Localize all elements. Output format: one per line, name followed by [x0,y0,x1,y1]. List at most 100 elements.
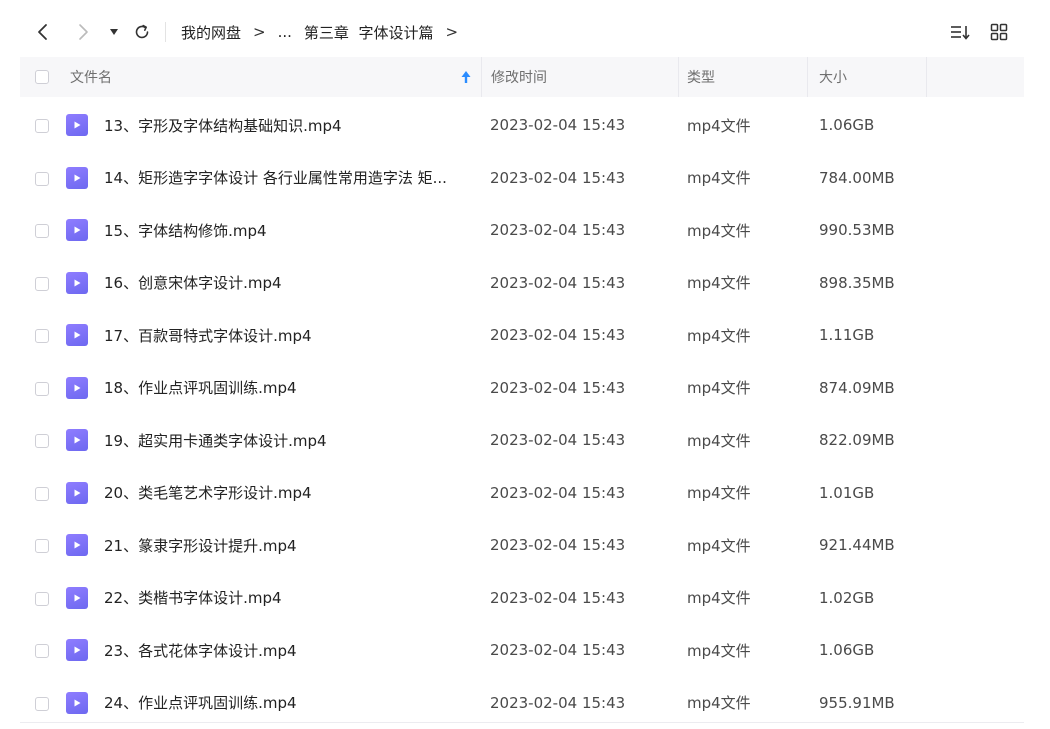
file-name[interactable]: 24、作业点评巩固训练.mp4 [104,677,484,729]
table-row[interactable]: 21、篆隶字形设计提升.mp4 2023-02-04 15:43 mp4文件 9… [20,519,1024,572]
breadcrumb-separator: > [445,23,458,41]
row-checkbox[interactable] [35,172,49,186]
file-name[interactable]: 21、篆隶字形设计提升.mp4 [104,519,484,571]
row-checkbox[interactable] [35,487,49,501]
file-type: mp4文件 [687,414,751,466]
row-checkbox[interactable] [35,329,49,343]
file-type: mp4文件 [687,204,751,256]
video-file-icon [66,324,88,346]
table-row[interactable]: 15、字体结构修饰.mp4 2023-02-04 15:43 mp4文件 990… [20,204,1024,257]
video-file-icon [66,587,88,609]
file-type: mp4文件 [687,677,751,729]
video-file-icon [66,639,88,661]
column-header-type[interactable]: 类型 [687,57,807,97]
column-header-name-label: 文件名 [70,67,112,87]
file-size: 921.44MB [819,519,895,571]
toolbar-divider [165,22,166,42]
column-header-modified[interactable]: 修改时间 [490,57,680,97]
file-modified: 2023-02-04 15:43 [490,414,625,466]
row-checkbox[interactable] [35,539,49,553]
breadcrumb-root[interactable]: 我的网盘 [181,22,241,43]
row-checkbox[interactable] [35,644,49,658]
column-header-type-label: 类型 [687,67,715,87]
file-list: 13、字形及字体结构基础知识.mp4 2023-02-04 15:43 mp4文… [20,99,1024,729]
file-modified: 2023-02-04 15:43 [490,309,625,361]
row-checkbox[interactable] [35,382,49,396]
row-checkbox[interactable] [35,224,49,238]
row-checkbox[interactable] [35,434,49,448]
file-modified: 2023-02-04 15:43 [490,677,625,729]
file-type: mp4文件 [687,467,751,519]
list-bottom-border [20,722,1024,723]
table-row[interactable]: 17、百款哥特式字体设计.mp4 2023-02-04 15:43 mp4文件 … [20,309,1024,362]
file-name[interactable]: 18、作业点评巩固训练.mp4 [104,362,484,414]
refresh-button[interactable] [128,18,156,46]
column-header-size[interactable]: 大小 [819,57,929,97]
file-name[interactable]: 20、类毛笔艺术字形设计.mp4 [104,467,484,519]
file-modified: 2023-02-04 15:43 [490,204,625,256]
video-file-icon [66,692,88,714]
breadcrumb-ellipsis[interactable]: ... [278,23,292,41]
file-type: mp4文件 [687,624,751,676]
breadcrumb-separator: > [253,23,266,41]
row-checkbox[interactable] [35,697,49,711]
sort-view-button[interactable] [946,18,974,46]
file-name[interactable]: 22、类楷书字体设计.mp4 [104,572,484,624]
table-row[interactable]: 16、创意宋体字设计.mp4 2023-02-04 15:43 mp4文件 89… [20,257,1024,310]
column-divider[interactable] [481,57,482,97]
breadcrumb-current[interactable]: 第三章 字体设计篇 [304,22,434,43]
chevron-left-icon [37,23,49,41]
file-modified: 2023-02-04 15:43 [490,362,625,414]
table-row[interactable]: 20、类毛笔艺术字形设计.mp4 2023-02-04 15:43 mp4文件 … [20,467,1024,520]
table-row[interactable]: 18、作业点评巩固训练.mp4 2023-02-04 15:43 mp4文件 8… [20,362,1024,415]
file-name[interactable]: 19、超实用卡通类字体设计.mp4 [104,414,484,466]
column-header-name[interactable]: 文件名 [70,57,480,97]
history-dropdown-button[interactable] [104,18,124,46]
file-name[interactable]: 14、矩形造字字体设计 各行业属性常用造字法 矩... [104,152,484,204]
file-type: mp4文件 [687,519,751,571]
forward-button[interactable] [70,18,96,46]
file-name[interactable]: 16、创意宋体字设计.mp4 [104,257,484,309]
file-name[interactable]: 23、各式花体字体设计.mp4 [104,624,484,676]
row-checkbox[interactable] [35,119,49,133]
file-size: 784.00MB [819,152,895,204]
column-divider[interactable] [678,57,679,97]
column-header-modified-label: 修改时间 [491,67,547,87]
table-row[interactable]: 22、类楷书字体设计.mp4 2023-02-04 15:43 mp4文件 1.… [20,572,1024,625]
table-header: 文件名 修改时间 类型 大小 [20,57,1024,97]
file-size: 990.53MB [819,204,895,256]
file-modified: 2023-02-04 15:43 [490,519,625,571]
file-modified: 2023-02-04 15:43 [490,257,625,309]
table-row[interactable]: 19、超实用卡通类字体设计.mp4 2023-02-04 15:43 mp4文件… [20,414,1024,467]
file-size: 1.06GB [819,624,874,676]
table-row[interactable]: 13、字形及字体结构基础知识.mp4 2023-02-04 15:43 mp4文… [20,99,1024,152]
row-checkbox[interactable] [35,592,49,606]
video-file-icon [66,167,88,189]
file-modified: 2023-02-04 15:43 [490,99,625,151]
video-file-icon [66,482,88,504]
grid-view-button[interactable] [985,18,1013,46]
file-type: mp4文件 [687,99,751,151]
sort-list-icon [949,23,971,41]
column-divider[interactable] [807,57,808,97]
video-file-icon [66,429,88,451]
file-size: 898.35MB [819,257,895,309]
back-button[interactable] [30,18,56,46]
sort-ascending-icon[interactable] [460,69,472,85]
file-modified: 2023-02-04 15:43 [490,624,625,676]
file-name[interactable]: 17、百款哥特式字体设计.mp4 [104,309,484,361]
file-name[interactable]: 15、字体结构修饰.mp4 [104,204,484,256]
table-row[interactable]: 23、各式花体字体设计.mp4 2023-02-04 15:43 mp4文件 1… [20,624,1024,677]
file-modified: 2023-02-04 15:43 [490,572,625,624]
select-all-checkbox[interactable] [35,70,49,84]
column-header-size-label: 大小 [819,67,847,87]
file-name[interactable]: 13、字形及字体结构基础知识.mp4 [104,99,484,151]
chevron-right-icon [77,23,89,41]
file-size: 822.09MB [819,414,895,466]
video-file-icon [66,272,88,294]
column-divider[interactable] [926,57,927,97]
table-row[interactable]: 14、矩形造字字体设计 各行业属性常用造字法 矩... 2023-02-04 1… [20,152,1024,205]
file-type: mp4文件 [687,572,751,624]
row-checkbox[interactable] [35,277,49,291]
toolbar: 我的网盘 > ... 第三章 字体设计篇 > [0,0,1050,64]
